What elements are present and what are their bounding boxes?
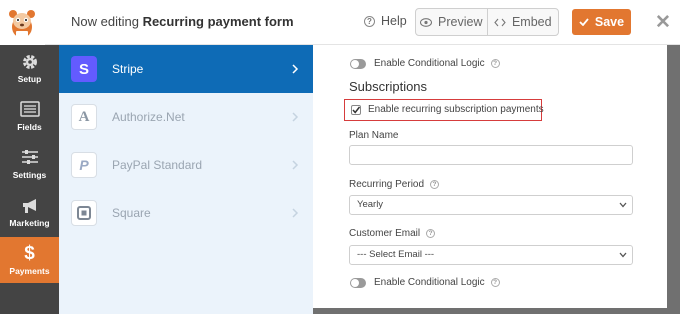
provider-label: Authorize.Net — [112, 110, 185, 124]
chevron-right-icon — [292, 112, 299, 122]
conditional-logic-text: Enable Conditional Logic — [374, 58, 485, 69]
help-tooltip-icon[interactable]: ? — [426, 229, 436, 238]
help-tooltip-icon[interactable]: ? — [490, 278, 500, 287]
conditional-logic-toggle-bottom[interactable] — [350, 278, 366, 288]
eye-icon — [420, 17, 433, 27]
provider-square[interactable]: Square — [59, 189, 313, 237]
recurring-period-select[interactable]: Yearly — [349, 195, 633, 215]
sidebar-item-settings[interactable]: Settings — [0, 141, 59, 189]
conditional-logic-label-bottom: Enable Conditional Logic ? — [374, 277, 500, 288]
sidebar: Setup Fields Settings Marketing $ Paymen… — [0, 45, 59, 314]
chevron-down-icon — [619, 252, 627, 258]
recurring-checkbox-label[interactable]: Enable recurring subscription payments — [368, 104, 544, 115]
recurring-checkbox[interactable] — [351, 105, 361, 115]
plan-name-label: Plan Name — [349, 130, 399, 141]
chevron-right-icon — [292, 64, 299, 74]
settings-panel: Enable Conditional Logic ? Subscriptions… — [313, 45, 680, 314]
recurring-period-text: Recurring Period — [349, 179, 425, 190]
provider-paypal-standard[interactable]: P PayPal Standard — [59, 141, 313, 189]
provider-stripe[interactable]: S Stripe — [59, 45, 313, 93]
save-label: Save — [594, 15, 625, 29]
payment-providers-list: S Stripe A Authorize.Net P PayPal Standa… — [59, 45, 313, 314]
conditional-logic-label-top: Enable Conditional Logic ? — [374, 58, 500, 69]
help-button[interactable]: ? Help — [364, 14, 407, 28]
fields-icon — [19, 101, 40, 117]
provider-authorize-net[interactable]: A Authorize.Net — [59, 93, 313, 141]
wpforms-logo — [0, 0, 45, 45]
megaphone-icon — [22, 199, 36, 213]
square-logo-icon — [71, 200, 97, 226]
conditional-logic-toggle-top[interactable] — [350, 59, 366, 69]
sidebar-item-marketing[interactable]: Marketing — [0, 189, 59, 237]
plan-name-input[interactable] — [349, 145, 633, 165]
close-icon[interactable]: ✕ — [646, 9, 680, 36]
form-name: Recurring payment form — [142, 14, 294, 29]
customer-email-text: Customer Email — [349, 228, 421, 239]
checkmark-icon — [579, 18, 589, 26]
preview-label: Preview — [438, 15, 483, 29]
sidebar-item-label: Settings — [12, 170, 47, 180]
recurring-period-label: Recurring Period ? — [349, 179, 440, 190]
sliders-icon — [21, 150, 38, 164]
gear-icon — [22, 55, 37, 69]
help-tooltip-icon[interactable]: ? — [430, 180, 440, 189]
customer-email-label: Customer Email ? — [349, 228, 436, 239]
help-icon: ? — [364, 15, 375, 27]
sidebar-item-label: Fields — [17, 122, 42, 132]
stripe-logo-icon: S — [71, 56, 97, 82]
conditional-logic-text: Enable Conditional Logic — [374, 277, 485, 288]
page-title: Now editing Recurring payment form — [71, 14, 294, 29]
checkmark-icon — [352, 106, 361, 114]
sidebar-item-fields[interactable]: Fields — [0, 93, 59, 141]
recurring-period-value: Yearly — [357, 199, 384, 210]
sidebar-item-label: Payments — [9, 266, 50, 276]
customer-email-select[interactable]: --- Select Email --- — [349, 245, 633, 265]
stripe-settings-card: Enable Conditional Logic ? Subscriptions… — [313, 45, 667, 308]
sidebar-item-label: Marketing — [9, 218, 50, 228]
preview-embed-group: Preview Embed — [415, 8, 559, 36]
provider-label: Stripe — [112, 62, 144, 76]
paypal-logo-icon: P — [71, 152, 97, 178]
help-label: Help — [381, 14, 407, 28]
customer-email-value: --- Select Email --- — [357, 249, 435, 260]
provider-label: PayPal Standard — [112, 158, 203, 172]
subscriptions-heading: Subscriptions — [349, 79, 428, 94]
recurring-highlight-box: Enable recurring subscription payments — [344, 99, 544, 121]
chevron-right-icon — [292, 208, 299, 218]
code-icon — [494, 18, 506, 26]
save-button[interactable]: Save — [572, 9, 631, 35]
chevron-down-icon — [619, 202, 627, 208]
provider-label: Square — [112, 206, 151, 220]
sidebar-item-label: Setup — [17, 74, 42, 84]
top-bar: Now editing Recurring payment form ? Hel… — [0, 0, 680, 45]
help-tooltip-icon[interactable]: ? — [490, 59, 500, 68]
title-prefix: Now editing — [71, 14, 139, 29]
sidebar-item-payments[interactable]: $ Payments — [0, 237, 59, 283]
preview-button[interactable]: Preview — [416, 9, 487, 35]
sidebar-item-setup[interactable]: Setup — [0, 45, 59, 93]
chevron-right-icon — [292, 160, 299, 170]
embed-button[interactable]: Embed — [486, 9, 559, 35]
embed-label: Embed — [511, 15, 552, 29]
dollar-icon: $ — [24, 243, 35, 264]
authorize-net-logo-icon: A — [71, 104, 97, 130]
